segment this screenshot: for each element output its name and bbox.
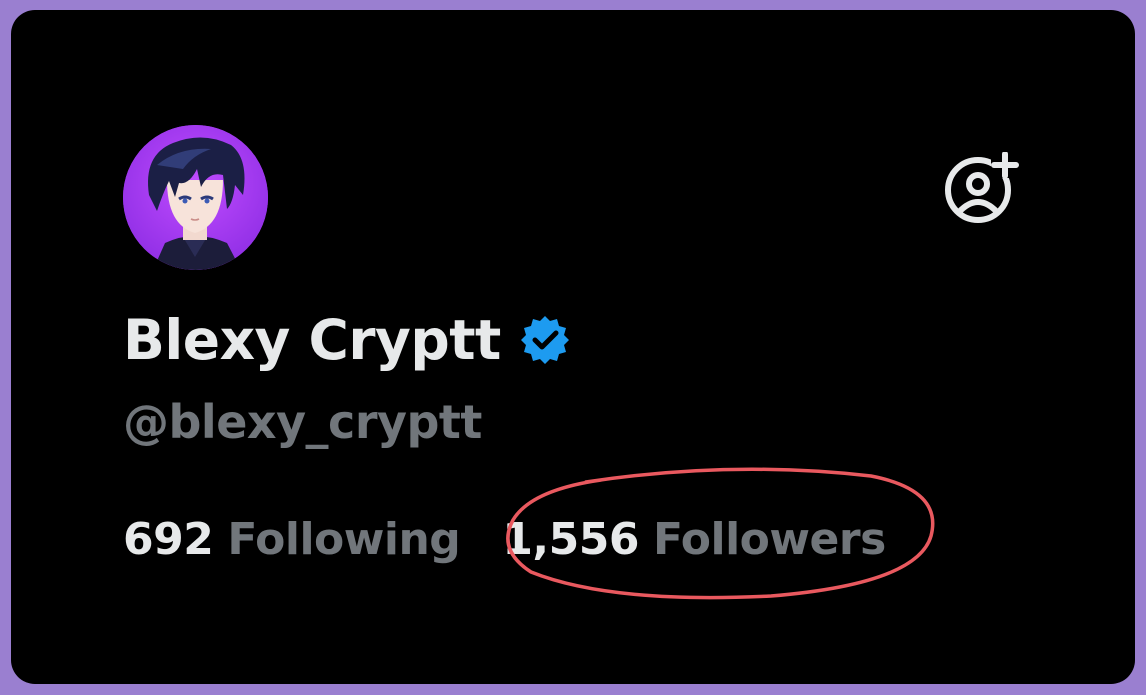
user-handle: @blexy_cryptt — [123, 395, 482, 449]
add-user-button[interactable] — [941, 151, 1021, 224]
add-user-icon — [945, 151, 1019, 223]
followers-count: 1,556 — [502, 513, 639, 565]
name-row: Blexy Cryptt — [123, 298, 571, 382]
profile-card: Blexy Cryptt @blexy_cryptt 692 Following… — [11, 10, 1135, 684]
display-name: Blexy Cryptt — [123, 308, 501, 372]
profile-stats: 692 Following 1,556 Followers — [123, 508, 886, 570]
following-stat[interactable]: 692 Following — [123, 513, 461, 565]
followers-stat[interactable]: 1,556 Followers — [502, 513, 886, 565]
followers-label: Followers — [653, 513, 886, 565]
avatar[interactable] — [123, 125, 268, 270]
verified-badge-icon — [519, 314, 571, 366]
following-label: Following — [227, 513, 461, 565]
avatar-illustration — [123, 125, 268, 270]
following-count: 692 — [123, 513, 214, 565]
